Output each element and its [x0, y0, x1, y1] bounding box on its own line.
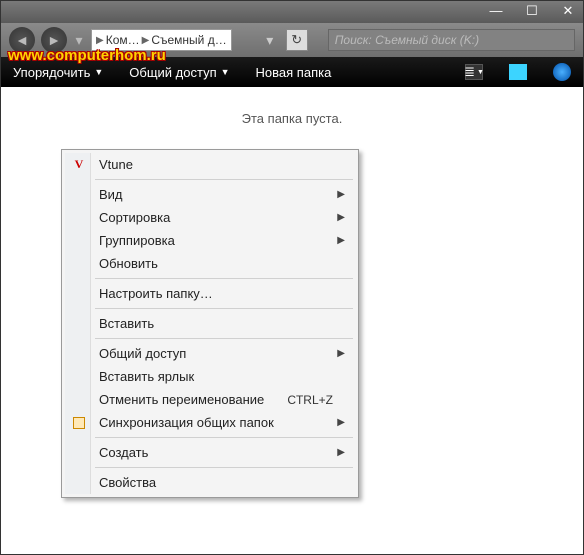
help-button[interactable] [553, 63, 571, 81]
organize-label: Упорядочить [13, 65, 90, 80]
vtune-icon: V [71, 157, 87, 173]
menu-item-properties[interactable]: Свойства [65, 471, 355, 494]
menu-item-sort[interactable]: Сортировка ▶ [65, 206, 355, 229]
submenu-arrow-icon: ▶ [337, 189, 345, 200]
watermark-text: www.computerhom.ru [8, 47, 166, 64]
crumb-computer[interactable]: Ком… [106, 33, 140, 47]
menu-item-paste[interactable]: Вставить [65, 312, 355, 335]
minimize-button[interactable]: — [487, 5, 505, 19]
menu-label: Общий доступ [99, 346, 186, 361]
menu-label: Вставить ярлык [99, 369, 194, 384]
menu-item-sync-shared[interactable]: Синхронизация общих папок ▶ [65, 411, 355, 434]
new-folder-label: Новая папка [256, 65, 332, 80]
menu-separator [95, 308, 353, 309]
preview-pane-button[interactable] [509, 64, 527, 80]
menu-label: Вид [99, 187, 123, 202]
menu-shortcut: CTRL+Z [287, 393, 333, 407]
search-placeholder: Поиск: Съемный диск (K:) [335, 33, 479, 47]
share-label: Общий доступ [129, 65, 216, 80]
menu-item-paste-shortcut[interactable]: Вставить ярлык [65, 365, 355, 388]
sync-icon [71, 415, 87, 431]
chevron-down-icon: ▼ [221, 67, 230, 77]
chevron-right-icon: ▶ [142, 35, 150, 46]
menu-separator [95, 278, 353, 279]
submenu-arrow-icon: ▶ [337, 212, 345, 223]
close-button[interactable]: ✕ [559, 5, 577, 19]
maximize-button[interactable]: ☐ [523, 5, 541, 19]
crumb-drive[interactable]: Съемный д… [151, 33, 226, 47]
search-input[interactable]: Поиск: Съемный диск (K:) 🔍 [328, 29, 575, 51]
menu-label: Вставить [99, 316, 154, 331]
submenu-arrow-icon: ▶ [337, 235, 345, 246]
menu-item-group[interactable]: Группировка ▶ [65, 229, 355, 252]
menu-label: Свойства [99, 475, 156, 490]
chevron-right-icon: ▶ [96, 35, 104, 46]
menu-item-refresh[interactable]: Обновить [65, 252, 355, 275]
refresh-button[interactable]: ↻ [286, 29, 308, 51]
menu-item-undo-rename[interactable]: Отменить переименование CTRL+Z [65, 388, 355, 411]
menu-item-view[interactable]: Вид ▶ [65, 183, 355, 206]
share-menu[interactable]: Общий доступ ▼ [129, 65, 229, 80]
context-menu: V Vtune Вид ▶ Сортировка ▶ Группировка ▶… [61, 149, 359, 498]
menu-item-new[interactable]: Создать ▶ [65, 441, 355, 464]
menu-separator [95, 467, 353, 468]
view-options-button[interactable]: ≣▼ [465, 64, 483, 80]
menu-item-vtune[interactable]: V Vtune [65, 153, 355, 176]
menu-label: Сортировка [99, 210, 170, 225]
menu-item-share[interactable]: Общий доступ ▶ [65, 342, 355, 365]
menu-item-customize-folder[interactable]: Настроить папку… [65, 282, 355, 305]
explorer-window: — ☐ ✕ ◄ ► ▾ ▶ Ком… ▶ Съемный д… ▾ ↻ Поис… [0, 0, 584, 555]
folder-content-area[interactable]: Эта папка пуста. V Vtune Вид ▶ Сортировк… [1, 87, 583, 554]
submenu-arrow-icon: ▶ [337, 348, 345, 359]
submenu-arrow-icon: ▶ [337, 447, 345, 458]
menu-separator [95, 179, 353, 180]
chevron-down-icon: ▼ [94, 67, 103, 77]
menu-label: Группировка [99, 233, 175, 248]
new-folder-button[interactable]: Новая папка [256, 65, 332, 80]
breadcrumb-dropdown[interactable]: ▾ [264, 27, 276, 53]
menu-label: Создать [99, 445, 148, 460]
menu-label: Отменить переименование [99, 392, 264, 407]
submenu-arrow-icon: ▶ [337, 417, 345, 428]
menu-label: Настроить папку… [99, 286, 213, 301]
menu-separator [95, 338, 353, 339]
menu-label: Синхронизация общих папок [99, 415, 274, 430]
window-titlebar: — ☐ ✕ [1, 1, 583, 23]
menu-separator [95, 437, 353, 438]
menu-label: Обновить [99, 256, 158, 271]
organize-menu[interactable]: Упорядочить ▼ [13, 65, 103, 80]
empty-folder-message: Эта папка пуста. [1, 87, 583, 126]
menu-label: Vtune [99, 157, 133, 172]
